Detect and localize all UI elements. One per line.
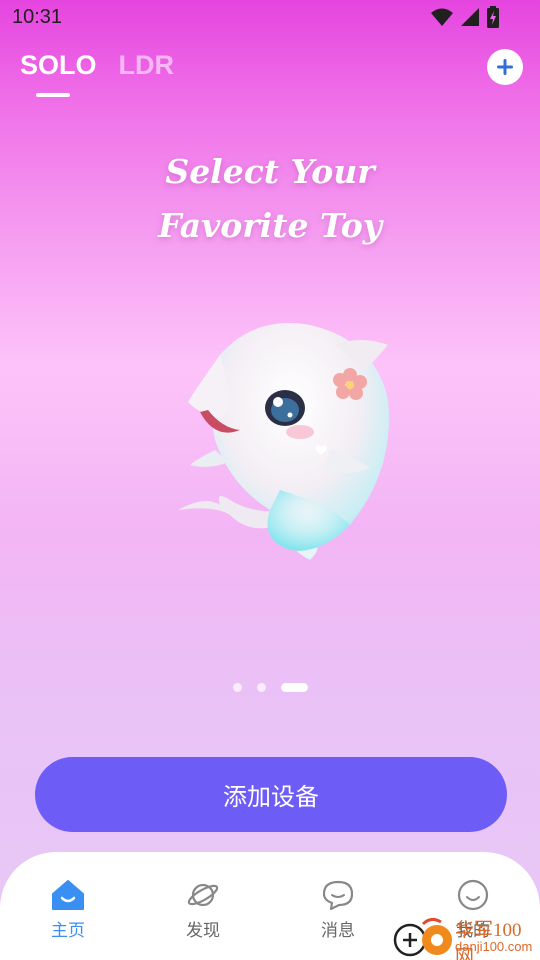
home-icon <box>52 880 84 910</box>
status-icons <box>430 6 500 28</box>
add-device-button[interactable]: 添加设备 <box>35 757 507 832</box>
watermark-logo-icon <box>393 917 452 957</box>
battery-icon <box>487 6 499 28</box>
nav-item-messages[interactable]: 消息 <box>298 878 378 941</box>
status-time: 10:31 <box>12 6 63 28</box>
page-headline: Select Your Favorite Toy <box>0 145 540 253</box>
headline-line-1: Select Your <box>165 152 375 191</box>
carousel-indicator <box>233 683 308 692</box>
carousel-dot[interactable] <box>257 683 266 692</box>
headline-line-2: Favorite Toy <box>158 206 382 245</box>
carousel-dot[interactable] <box>233 683 242 692</box>
wifi-icon <box>431 8 453 26</box>
plus-icon <box>497 59 513 75</box>
nav-item-discover[interactable]: 发现 <box>163 878 243 941</box>
dolphin-toy-illustration <box>178 323 389 560</box>
nav-label-home: 主页 <box>51 921 85 941</box>
nav-label-discover: 发现 <box>186 921 220 941</box>
tab-solo-label: SOLO <box>20 50 97 80</box>
status-bar: 10:31 <box>0 0 540 36</box>
nav-item-home[interactable]: 主页 <box>28 878 108 941</box>
mode-tabs: SOLO LDR <box>20 50 175 97</box>
tab-solo[interactable]: SOLO <box>20 50 97 97</box>
tab-active-indicator <box>36 93 70 97</box>
smiley-icon <box>457 879 489 911</box>
nav-label-messages: 消息 <box>321 921 355 941</box>
cell-signal-icon <box>461 8 479 26</box>
add-button[interactable] <box>487 49 523 85</box>
add-device-button-label: 添加设备 <box>223 783 319 811</box>
chat-bubble-icon <box>322 880 354 911</box>
planet-icon <box>187 883 219 907</box>
watermark: 华军100网 danji100.com <box>393 912 540 960</box>
carousel-dot-active[interactable] <box>281 683 308 692</box>
tab-ldr[interactable]: LDR <box>119 50 175 81</box>
tab-ldr-label: LDR <box>118 50 175 80</box>
watermark-url: danji100.com <box>455 939 533 954</box>
